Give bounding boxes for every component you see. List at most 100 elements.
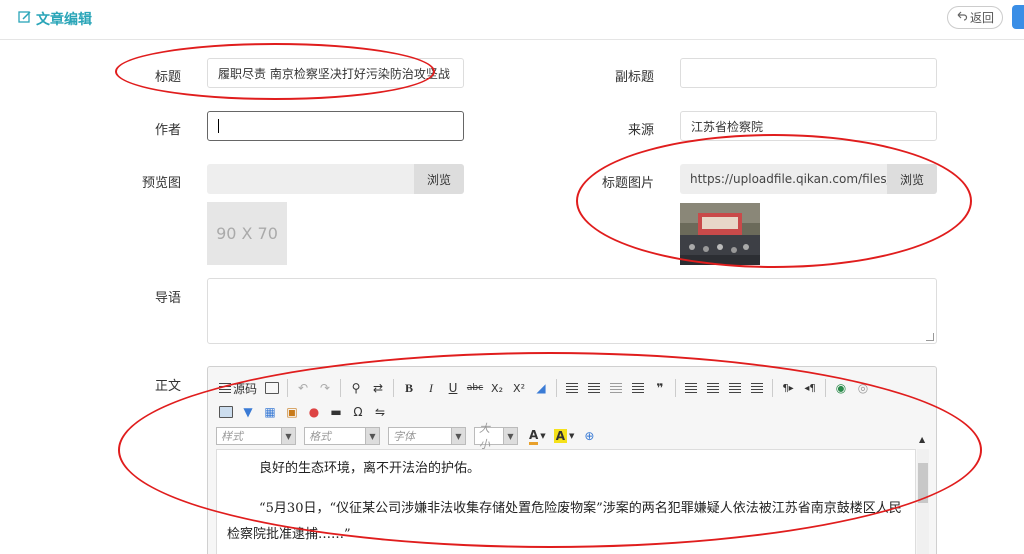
style-combo[interactable]: 样式 ▼ [216, 427, 296, 445]
maximize-icon[interactable]: ⊕ [579, 426, 599, 446]
back-label: 返回 [969, 11, 994, 25]
replace-icon[interactable]: ⇄ [368, 378, 388, 398]
toolbar-divider [287, 379, 289, 397]
align-left-icon[interactable] [681, 378, 701, 398]
bg-color-icon: A [553, 429, 567, 443]
source-icon [219, 383, 231, 393]
cover-browse-button[interactable]: 浏览 [887, 164, 937, 194]
page-break-icon[interactable]: ⇋ [370, 402, 390, 422]
rtl-icon[interactable]: ◂¶ [800, 378, 820, 398]
remove-format-icon[interactable]: ◢ [531, 378, 551, 398]
scrollbar-thumb[interactable] [918, 463, 928, 503]
subtitle-input[interactable] [680, 58, 937, 88]
edit-icon [18, 10, 32, 28]
preview-label: 预览图 [141, 176, 181, 191]
annotation-ellipse [576, 134, 972, 268]
back-icon [956, 10, 968, 25]
undo-icon[interactable]: ↶ [293, 378, 313, 398]
align-center-icon[interactable] [703, 378, 723, 398]
bg-color-button[interactable]: A ▼ [551, 426, 578, 446]
cover-file-field[interactable]: https://uploadfile.qikan.com/files/p 浏览 [680, 164, 937, 194]
intro-label: 导语 [154, 291, 181, 306]
page-title: 文章编辑 [18, 9, 92, 29]
smiley-icon[interactable]: ● [304, 402, 324, 422]
italic-icon[interactable]: I [421, 378, 441, 398]
text-color-button[interactable]: A ▼ [526, 426, 549, 446]
preview-placeholder: 90 X 70 [207, 202, 287, 265]
text-color-icon: A [529, 428, 539, 445]
source-label: 源码 [233, 381, 258, 396]
toolbar-divider [340, 379, 342, 397]
toolbar-divider [825, 379, 827, 397]
title-input[interactable]: 履职尽责 南京检察坚决打好污染防治攻坚战 [207, 58, 464, 88]
cover-path[interactable]: https://uploadfile.qikan.com/files/p [680, 164, 887, 194]
unlink-icon[interactable]: ◎ [853, 378, 873, 398]
side-panel-button[interactable] [1012, 5, 1024, 29]
justify-icon[interactable] [747, 378, 767, 398]
format-combo-value: 格式 [309, 430, 331, 443]
content-paragraph: 良好的生态环境，离不开法治的护佑。 [259, 461, 481, 476]
outdent-icon[interactable] [606, 378, 626, 398]
toolbar-divider [393, 379, 395, 397]
image-icon[interactable] [216, 402, 236, 422]
title-label: 标题 [154, 70, 181, 85]
page-title-text: 文章编辑 [36, 12, 92, 28]
find-icon[interactable]: ⚲ [346, 378, 366, 398]
rich-text-editor: 源码 ↶ ↷ ⚲ ⇄ B I U abc X₂ X² ◢ ❞ ¶▸ ◂¶ ◉ ◎ [207, 366, 937, 554]
body-label: 正文 [154, 379, 181, 394]
chevron-down-icon: ▼ [503, 428, 517, 444]
style-combo-value: 样式 [221, 430, 243, 443]
preview-path[interactable] [207, 164, 414, 194]
cover-label: 标题图片 [601, 176, 654, 191]
align-right-icon[interactable] [725, 378, 745, 398]
horizontal-rule-icon[interactable]: ▬ [326, 402, 346, 422]
media-icon[interactable]: ▣ [282, 402, 302, 422]
toolbar-divider [772, 379, 774, 397]
author-input[interactable] [207, 111, 464, 141]
font-combo-value: 字体 [393, 430, 415, 443]
chevron-down-icon: ▼ [365, 428, 379, 444]
indent-icon[interactable] [628, 378, 648, 398]
chevron-down-icon: ▼ [451, 428, 465, 444]
bold-icon[interactable]: B [399, 378, 419, 398]
resize-handle[interactable] [926, 333, 934, 341]
toolbar-divider [675, 379, 677, 397]
preview-file-field[interactable]: 浏览 [207, 164, 464, 194]
source-button[interactable]: 源码 [216, 378, 260, 398]
text-cursor [218, 119, 219, 133]
redo-icon[interactable]: ↷ [315, 378, 335, 398]
toolbar-row-2: ▼ ▦ ▣ ● ▬ Ω ⇋ [216, 401, 390, 423]
intro-textarea[interactable] [207, 278, 937, 344]
blockquote-icon[interactable]: ❞ [650, 378, 670, 398]
size-combo[interactable]: 大小 ▼ [474, 422, 518, 451]
subscript-icon[interactable]: X₂ [487, 378, 507, 398]
ltr-icon[interactable]: ¶▸ [778, 378, 798, 398]
table-icon[interactable]: ▦ [260, 402, 280, 422]
chevron-down-icon: ▼ [281, 428, 295, 444]
toolbar-divider [556, 379, 558, 397]
subtitle-label: 副标题 [614, 70, 654, 85]
collapse-toolbar-icon[interactable]: ▲ [919, 435, 925, 444]
editor-scrollbar[interactable] [917, 449, 929, 554]
toolbar-row-3: 样式 ▼ 格式 ▼ 字体 ▼ 大小 ▼ A ▼ A ▼ ⊕ [216, 422, 599, 451]
bulleted-list-icon[interactable] [584, 378, 604, 398]
strikethrough-icon[interactable]: abc [465, 378, 485, 398]
underline-icon[interactable]: U [443, 378, 463, 398]
superscript-icon[interactable]: X² [509, 378, 529, 398]
source-input[interactable]: 江苏省检察院 [680, 111, 937, 141]
header-bar: 文章编辑 返回 [0, 0, 1024, 40]
preview-browse-button[interactable]: 浏览 [414, 164, 464, 194]
cover-thumbnail [680, 203, 760, 265]
preview-icon[interactable] [262, 378, 282, 398]
editor-content[interactable]: 良好的生态环境，离不开法治的护佑。 “5月30日，“仪征某公司涉嫌非法收集存储处… [216, 449, 916, 554]
size-combo-value: 大小 [479, 422, 490, 451]
special-char-icon[interactable]: Ω [348, 402, 368, 422]
flash-icon[interactable]: ▼ [238, 402, 258, 422]
back-button[interactable]: 返回 [947, 6, 1003, 29]
numbered-list-icon[interactable] [562, 378, 582, 398]
link-icon[interactable]: ◉ [831, 378, 851, 398]
format-combo[interactable]: 格式 ▼ [304, 427, 380, 445]
font-combo[interactable]: 字体 ▼ [388, 427, 466, 445]
source-label: 来源 [627, 123, 654, 138]
toolbar-row-1: 源码 ↶ ↷ ⚲ ⇄ B I U abc X₂ X² ◢ ❞ ¶▸ ◂¶ ◉ ◎ [216, 377, 873, 399]
